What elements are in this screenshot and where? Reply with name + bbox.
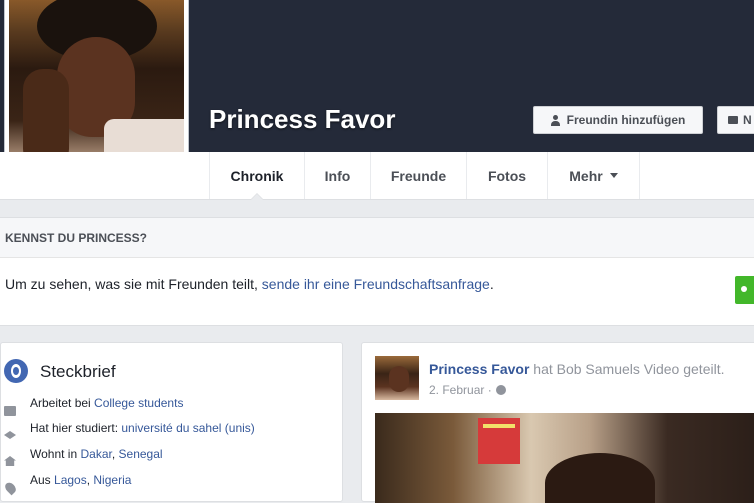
intro-lives-country-link[interactable]: Senegal — [119, 447, 163, 461]
profile-nav: Chronik Info Freunde Fotos Mehr — [0, 152, 754, 200]
add-friend-green-button[interactable] — [735, 276, 754, 304]
shared-video[interactable] — [375, 413, 754, 503]
post-author-avatar[interactable] — [375, 356, 419, 400]
message-label: N — [743, 113, 752, 127]
intro-title: Steckbrief — [40, 362, 116, 381]
post-author-link[interactable]: Princess Favor — [429, 361, 529, 377]
add-friend-button[interactable]: Freundin hinzufügen — [533, 106, 703, 134]
location-pin-icon — [3, 480, 18, 496]
intro-from-prefix: Aus — [30, 473, 55, 487]
tab-mehr-label: Mehr — [569, 167, 603, 184]
globe-icon — [4, 359, 28, 383]
intro-from-country-link[interactable]: Nigeria — [93, 473, 131, 487]
tab-chronik[interactable]: Chronik — [209, 152, 305, 199]
tab-freunde[interactable]: Freunde — [371, 152, 467, 199]
intro-lives-city-link[interactable]: Dakar — [80, 447, 111, 461]
home-icon — [4, 456, 16, 466]
send-friend-request-link[interactable]: sende ihr eine Freundschaftsanfrage — [262, 276, 490, 292]
intro-lives-prefix: Wohnt in — [30, 447, 81, 461]
prompt-text-body: Um zu sehen, was sie mit Freunden teilt, — [5, 276, 262, 292]
timeline-post: Princess Favor hat Bob Samuels Video get… — [361, 342, 754, 503]
profile-name[interactable]: Princess Favor — [209, 104, 395, 135]
intro-from-city-link[interactable]: Lagos — [54, 473, 87, 487]
tab-fotos-label: Fotos — [487, 167, 527, 184]
tab-fotos[interactable]: Fotos — [467, 152, 548, 199]
post-meta: 2. Februar · — [429, 383, 506, 397]
add-friend-icon — [550, 114, 562, 126]
tab-info[interactable]: Info — [305, 152, 371, 199]
caret-down-icon — [609, 173, 618, 178]
briefcase-icon — [4, 406, 16, 416]
post-header: Princess Favor hat Bob Samuels Video get… — [429, 361, 724, 377]
graduation-cap-icon — [4, 431, 16, 439]
intro-education-link[interactable]: université du sahel (unis) — [121, 421, 254, 435]
tab-chronik-label: Chronik — [230, 167, 284, 184]
active-tab-indicator — [250, 193, 264, 200]
message-button[interactable]: N — [717, 106, 754, 134]
prompt-text: Um zu sehen, was sie mit Freunden teilt,… — [5, 276, 494, 292]
message-icon — [728, 116, 738, 124]
intro-work-link[interactable]: College students — [94, 396, 183, 410]
prompt-text-suffix: . — [489, 276, 494, 292]
add-friend-label: Freundin hinzufügen — [566, 113, 686, 127]
intro-education-prefix: Hat hier studiert: — [30, 421, 122, 435]
profile-picture-image — [9, 0, 184, 173]
intro-work-prefix: Arbeitet bei — [30, 396, 95, 410]
prompt-heading: KENNST DU PRINCESS? — [0, 218, 754, 258]
tab-info-label: Info — [324, 167, 351, 184]
intro-card: Steckbrief Arbeitet bei College students… — [0, 342, 343, 502]
tab-mehr[interactable]: Mehr — [548, 152, 640, 199]
friend-request-prompt: KENNST DU PRINCESS? Um zu sehen, was sie… — [0, 217, 754, 326]
post-action: hat Bob Samuels Video geteilt. — [529, 361, 725, 377]
post-date[interactable]: 2. Februar · — [429, 383, 492, 397]
tab-freunde-label: Freunde — [390, 167, 447, 184]
public-globe-icon — [495, 385, 506, 395]
intro-lives-sep: , — [111, 447, 119, 461]
